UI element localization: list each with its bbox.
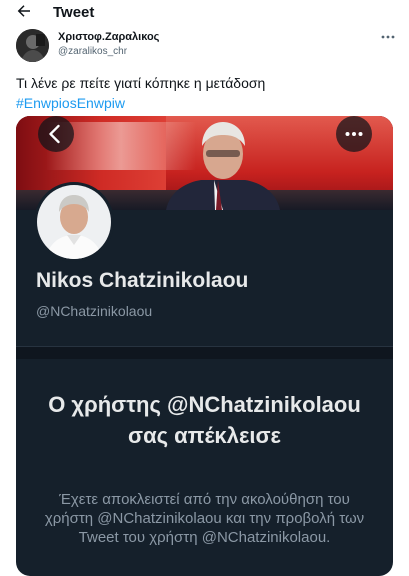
more-horizontal-icon[interactable] bbox=[381, 35, 395, 39]
profile-name: Nikos Chatzinikolaou bbox=[36, 269, 249, 292]
profile-avatar[interactable] bbox=[34, 182, 114, 262]
author-avatar[interactable] bbox=[16, 29, 49, 62]
tweet-text: Τι λένε ρε πείτε γιατί κόπηκε η μετάδοση… bbox=[16, 73, 396, 113]
tweet-body: Τι λένε ρε πείτε γιατί κόπηκε η μετάδοση bbox=[16, 75, 266, 91]
profile-handle: @NChatzinikolaou bbox=[36, 303, 153, 319]
blocked-body: Έχετε αποκλειστεί από την ακολούθηση του… bbox=[44, 491, 365, 546]
card-more-button[interactable] bbox=[336, 116, 372, 152]
card-back-button[interactable] bbox=[38, 116, 74, 152]
profile-avatar-image bbox=[37, 185, 111, 259]
author-name[interactable]: Χριστοφ.Ζαραλικος bbox=[58, 31, 159, 43]
tweet-header: Χριστοφ.Ζαραλικος @zaralikos_chr bbox=[0, 26, 409, 66]
author-avatar-image bbox=[16, 29, 49, 62]
top-bar: Tweet bbox=[0, 0, 409, 24]
more-horizontal-icon bbox=[345, 132, 363, 136]
chevron-left-icon bbox=[49, 124, 60, 144]
author-handle[interactable]: @zaralikos_chr bbox=[58, 46, 127, 57]
blocked-title: Ο χρήστης @NChatzinikolaou σας απέκλεισε bbox=[48, 392, 361, 448]
page-title: Tweet bbox=[53, 4, 95, 21]
section-divider bbox=[16, 346, 393, 359]
media-card[interactable]: Nikos Chatzinikolaou @NChatzinikolaou Ο … bbox=[16, 116, 393, 576]
arrow-left-icon[interactable] bbox=[15, 2, 33, 20]
hashtag-link[interactable]: #EnwpiosEnwpiw bbox=[16, 93, 396, 113]
